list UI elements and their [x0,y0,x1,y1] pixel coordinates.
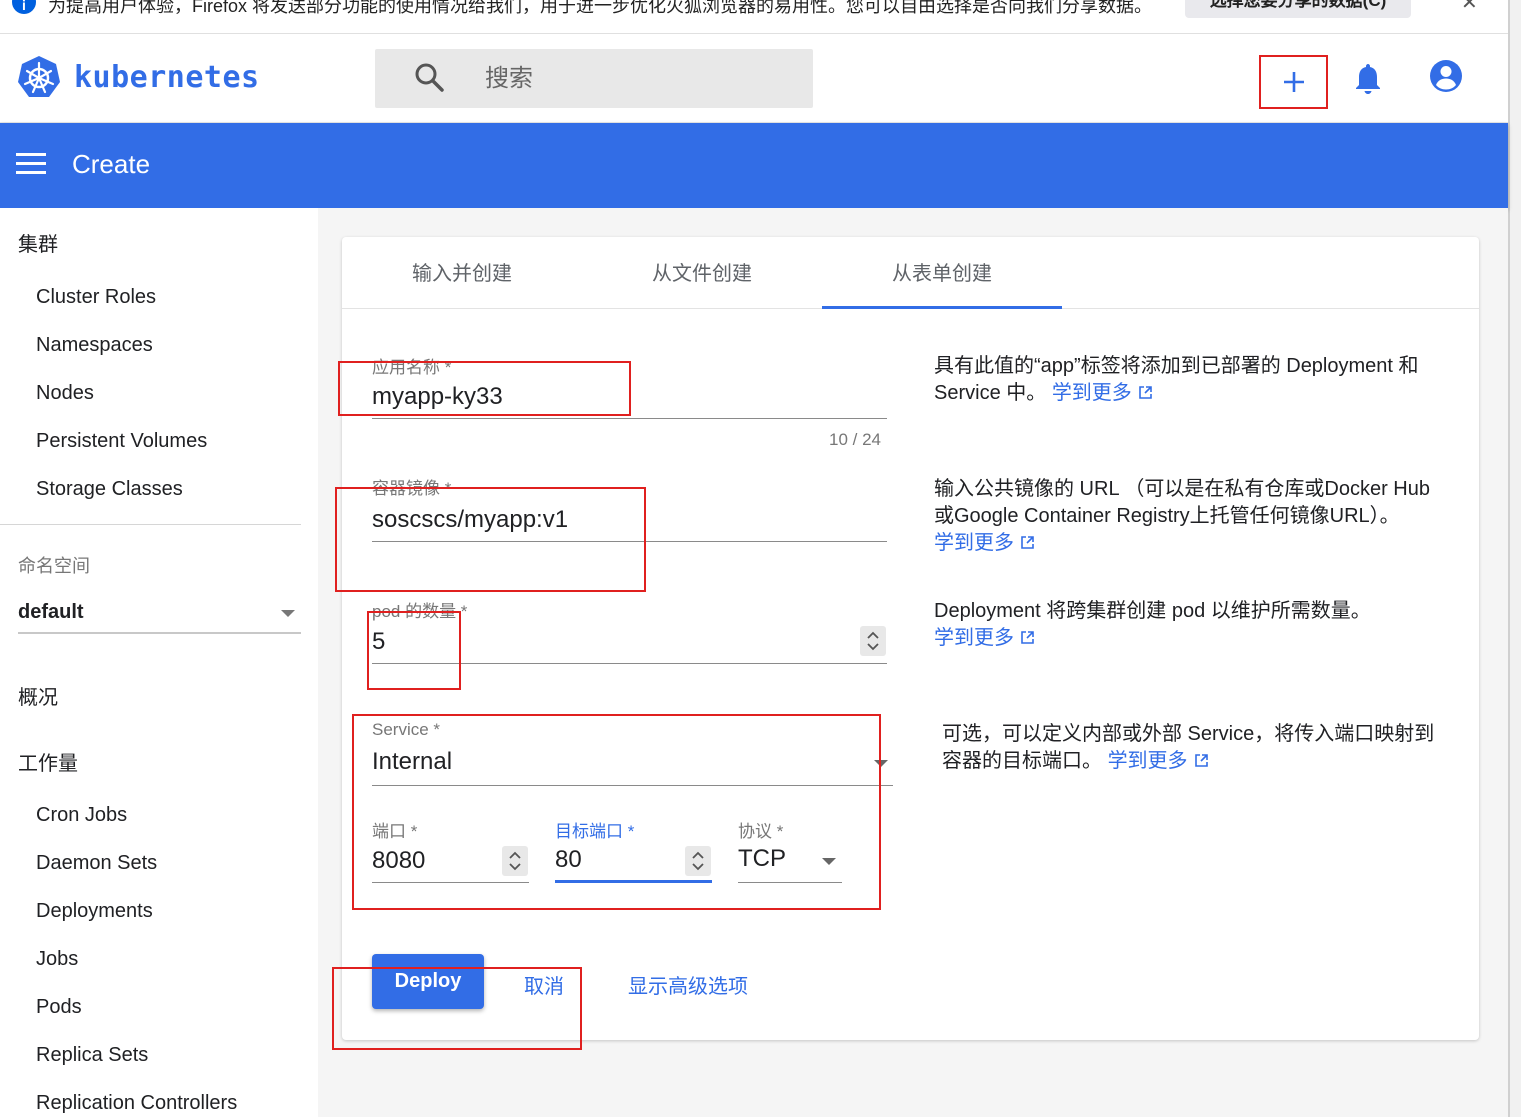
account-icon[interactable] [1429,59,1463,93]
adjacent-window-edge [1508,0,1521,1117]
sidebar: 集群 Cluster Roles Namespaces Nodes Persis… [0,208,318,1117]
create-tabs: 输入并创建 从文件创建 从表单创建 [342,237,1479,309]
create-plus-button[interactable] [1259,55,1328,109]
external-link-icon [1194,754,1208,767]
app-name-description: 具有此值的“app”标签将添加到已部署的 Deployment 和 Servic… [934,355,1419,404]
page-title: Create [72,149,151,179]
image-description: 输入公共镜像的 URL （可以是在私有仓库或Docker Hub 或Google… [934,478,1430,554]
pod-count-input[interactable] [372,620,887,664]
search-input[interactable] [485,59,785,99]
external-link-icon [1139,386,1152,399]
namespace-select[interactable]: default [18,598,301,634]
service-description: 可选，可以定义内部或外部 Service，将传入端口映射到容器的目标端口。 学到… [942,723,1435,772]
tab-form-create[interactable]: 从表单创建 [822,237,1062,309]
cancel-button[interactable]: 取消 [524,970,564,999]
service-label: Service * [372,720,441,739]
sidebar-item-jobs[interactable]: Jobs [36,948,78,971]
plus-icon [1283,72,1304,92]
protocol-value: TCP [738,845,786,872]
image-label: 容器镜像 * [372,479,452,498]
sidebar-item-cron-jobs[interactable]: Cron Jobs [36,804,127,827]
external-link-icon [1021,631,1034,644]
sidebar-heading-workloads[interactable]: 工作量 [18,747,78,776]
close-icon[interactable]: ✕ [1461,0,1478,15]
external-link-icon [1021,536,1034,549]
top-header: kubernetes [0,34,1508,123]
search-bar[interactable] [375,49,813,108]
sidebar-item-namespaces[interactable]: Namespaces [36,334,153,357]
notifications-bell-icon[interactable] [1352,61,1384,95]
kubernetes-logo-icon[interactable] [16,54,62,100]
sidebar-item-nodes[interactable]: Nodes [36,382,94,405]
pod-count-stepper[interactable] [860,626,886,656]
tab-file-create[interactable]: 从文件创建 [582,237,822,309]
port-stepper[interactable] [502,846,528,876]
sidebar-item-overview[interactable]: 概况 [18,681,58,710]
hamburger-menu-icon[interactable] [16,153,46,177]
app-name-input[interactable] [372,375,887,419]
deploy-button[interactable]: Deploy [372,954,484,1009]
learn-more-link[interactable]: 学到更多 [1108,750,1209,772]
namespace-label: 命名空间 [18,556,90,576]
sidebar-item-replication-controllers[interactable]: Replication Controllers [36,1092,237,1115]
notification-message: 为提高用户体验，Firefox 将发送部分功能的使用情况给我们，用于进一步优化火… [48,0,1153,16]
spin-arrows-icon [867,631,879,651]
brand-name[interactable]: kubernetes [74,60,260,95]
pod-count-description: Deployment 将跨集群创建 pod 以维护所需数量。 学到更多 [934,600,1371,649]
service-value: Internal [372,748,453,775]
learn-more-link[interactable]: 学到更多 [934,627,1035,649]
spin-arrows-icon [509,851,521,871]
sidebar-item-daemon-sets[interactable]: Daemon Sets [36,852,157,875]
sidebar-item-persistent-volumes[interactable]: Persistent Volumes [36,430,207,453]
target-port-stepper[interactable] [685,846,711,876]
sidebar-item-cluster-roles[interactable]: Cluster Roles [36,286,156,309]
sidebar-heading-cluster[interactable]: 集群 [18,228,58,257]
spin-arrows-icon [692,851,704,871]
choose-data-button[interactable]: 选择您要分享的数据(C) [1185,0,1411,18]
create-form-card: 输入并创建 从文件创建 从表单创建 应用名称 * 10 / 24 容器镜像 * … [342,237,1479,1040]
namespace-value: default [18,601,84,623]
show-advanced-options-button[interactable]: 显示高级选项 [628,970,748,999]
browser-notification-bar: i 为提高用户体验，Firefox 将发送部分功能的使用情况给我们，用于进一步优… [0,0,1508,34]
learn-more-link[interactable]: 学到更多 [934,532,1035,554]
sidebar-item-storage-classes[interactable]: Storage Classes [36,478,183,501]
pod-count-label: pod 的数量 * [372,602,468,621]
page-toolbar: Create [0,123,1508,208]
image-input[interactable] [372,498,887,542]
sidebar-item-deployments[interactable]: Deployments [36,900,153,923]
sidebar-divider [0,524,301,525]
chevron-down-icon [281,610,295,617]
learn-more-link[interactable]: 学到更多 [1052,382,1153,404]
info-icon: i [12,0,36,14]
search-icon [415,63,444,92]
sidebar-item-pods[interactable]: Pods [36,996,82,1019]
chevron-down-icon [874,760,888,767]
service-select[interactable]: Internal [372,742,893,786]
chevron-down-icon [822,858,836,865]
app-name-counter: 10 / 24 [829,430,881,449]
tab-input-create[interactable]: 输入并创建 [342,237,582,309]
sidebar-item-replica-sets[interactable]: Replica Sets [36,1044,148,1067]
